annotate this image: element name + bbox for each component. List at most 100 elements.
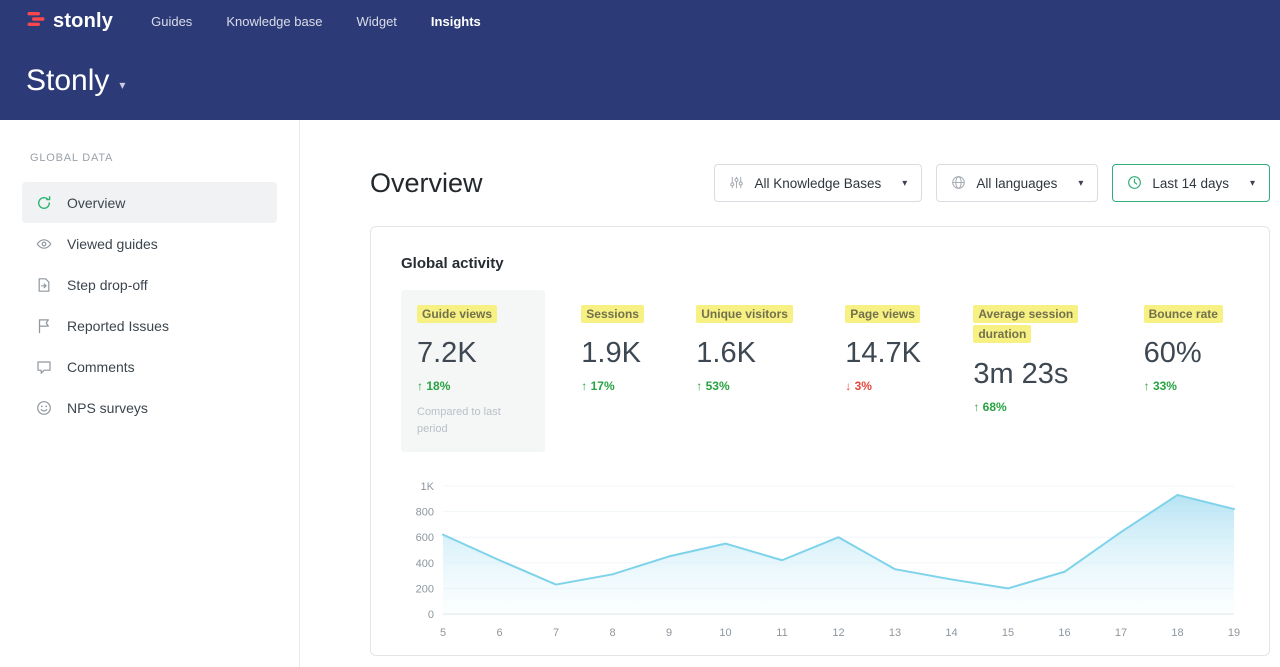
sliders-icon	[729, 175, 745, 191]
chevron-down-icon: ▾	[1250, 178, 1255, 189]
chevron-down-icon: ▾	[1078, 178, 1083, 189]
globe-icon	[951, 175, 967, 191]
metric-change: ↑ 18%	[417, 379, 529, 393]
metric-label: Guide views	[417, 305, 497, 323]
clock-icon	[1127, 175, 1143, 191]
sidebar-item-comments[interactable]: Comments	[22, 346, 277, 387]
sidebar-item-label: Step drop-off	[67, 277, 148, 293]
metrics-row: Guide views 7.2K ↑ 18% Compared to last …	[401, 290, 1239, 452]
metric-unique-visitors[interactable]: Unique visitors 1.6K ↑ 53%	[680, 290, 809, 407]
nav-item-guides[interactable]: Guides	[151, 14, 192, 29]
svg-text:800: 800	[416, 507, 434, 519]
metric-bounce-rate[interactable]: Bounce rate 60% ↑ 33%	[1128, 290, 1239, 407]
nav-item-knowledge-base[interactable]: Knowledge base	[226, 14, 322, 29]
metric-value: 3m 23s	[973, 358, 1091, 391]
svg-text:17: 17	[1115, 627, 1127, 639]
sidebar-item-label: Comments	[67, 359, 135, 375]
arrow-up-icon: ↑	[696, 379, 702, 393]
languages-dropdown[interactable]: All languages ▾	[936, 164, 1098, 202]
svg-text:400: 400	[416, 558, 434, 570]
metric-value: 14.7K	[845, 337, 921, 370]
sidebar-item-step-drop-off[interactable]: Step drop-off	[22, 264, 277, 305]
arrow-up-icon: ↑	[1144, 379, 1150, 393]
date-range-dropdown[interactable]: Last 14 days ▾	[1112, 164, 1270, 202]
global-activity-card: Global activity Guide views 7.2K ↑ 18% C…	[370, 226, 1270, 656]
metric-value: 7.2K	[417, 337, 529, 370]
metric-change: ↑ 68%	[973, 400, 1091, 414]
svg-text:16: 16	[1058, 627, 1070, 639]
metric-note: Compared to last period	[417, 404, 529, 438]
metric-value: 1.9K	[581, 337, 644, 370]
svg-text:8: 8	[609, 627, 615, 639]
svg-text:7: 7	[553, 627, 559, 639]
metric-change: ↑ 33%	[1144, 379, 1223, 393]
sidebar-section-label: GLOBAL DATA	[30, 152, 277, 164]
eye-icon	[35, 235, 52, 252]
metric-value: 1.6K	[696, 337, 793, 370]
metric-average-session-duration[interactable]: Average session duration 3m 23s ↑ 68%	[957, 290, 1107, 428]
card-title: Global activity	[401, 255, 1239, 272]
svg-text:1K: 1K	[421, 481, 435, 493]
metric-change: ↑ 17%	[581, 379, 644, 393]
workspace-selector[interactable]: Stonly ▾	[0, 42, 1280, 98]
comment-bubble-icon	[35, 358, 52, 375]
svg-text:200: 200	[416, 584, 434, 596]
languages-dropdown-label: All languages	[976, 176, 1057, 191]
chevron-down-icon: ▾	[119, 78, 125, 92]
sidebar-item-nps-surveys[interactable]: NPS surveys	[22, 387, 277, 428]
knowledge-bases-dropdown[interactable]: All Knowledge Bases ▾	[714, 164, 922, 202]
metric-label: Bounce rate	[1144, 305, 1223, 323]
main-content: Overview All Knowledge Bases ▾	[300, 120, 1280, 667]
sidebar-item-reported-issues[interactable]: Reported Issues	[22, 305, 277, 346]
metric-change: ↓ 3%	[845, 379, 921, 393]
svg-text:5: 5	[440, 627, 446, 639]
svg-text:12: 12	[832, 627, 844, 639]
sidebar-item-label: Reported Issues	[67, 318, 169, 334]
main-header: Overview All Knowledge Bases ▾	[370, 164, 1270, 202]
metric-sessions[interactable]: Sessions 1.9K ↑ 17%	[565, 290, 660, 407]
metric-guide-views[interactable]: Guide views 7.2K ↑ 18% Compared to last …	[401, 290, 545, 452]
metric-change: ↑ 53%	[696, 379, 793, 393]
metric-label: Page views	[845, 305, 920, 323]
document-arrow-icon	[35, 276, 52, 293]
nav-item-widget[interactable]: Widget	[356, 14, 396, 29]
sidebar: GLOBAL DATA Overview Viewed guides Step …	[0, 120, 300, 667]
flag-icon	[35, 317, 52, 334]
metric-label: Average session duration	[973, 305, 1078, 343]
metric-label: Sessions	[581, 305, 644, 323]
arrow-up-icon: ↑	[973, 400, 979, 414]
sidebar-item-viewed-guides[interactable]: Viewed guides	[22, 223, 277, 264]
metric-label: Unique visitors	[696, 305, 793, 323]
sidebar-item-label: Viewed guides	[67, 236, 158, 252]
svg-text:13: 13	[889, 627, 901, 639]
date-range-dropdown-label: Last 14 days	[1152, 176, 1229, 191]
chevron-down-icon: ▾	[902, 178, 907, 189]
svg-text:10: 10	[719, 627, 731, 639]
svg-text:18: 18	[1171, 627, 1183, 639]
metric-page-views[interactable]: Page views 14.7K ↓ 3%	[829, 290, 937, 407]
svg-text:0: 0	[428, 609, 434, 621]
arrow-up-icon: ↑	[581, 379, 587, 393]
sidebar-item-label: NPS surveys	[67, 400, 148, 416]
sidebar-item-overview[interactable]: Overview	[22, 182, 277, 223]
arrow-down-icon: ↓	[845, 379, 851, 393]
svg-text:600: 600	[416, 533, 434, 545]
nav-item-insights[interactable]: Insights	[431, 14, 481, 29]
sidebar-item-label: Overview	[67, 195, 125, 211]
svg-text:19: 19	[1228, 627, 1240, 639]
svg-text:11: 11	[776, 627, 787, 639]
arrow-up-icon: ↑	[417, 379, 423, 393]
knowledge-bases-dropdown-label: All Knowledge Bases	[754, 176, 881, 191]
logo-text: stonly	[53, 10, 113, 33]
stonly-logo[interactable]: stonly	[26, 9, 113, 34]
top-nav: stonly Guides Knowledge base Widget Insi…	[0, 0, 1280, 42]
svg-text:6: 6	[496, 627, 502, 639]
smiley-icon	[35, 399, 52, 416]
metric-value: 60%	[1144, 337, 1223, 370]
page-title: Overview	[370, 168, 483, 199]
filter-bar: All Knowledge Bases ▾ All languages ▾	[714, 164, 1270, 202]
svg-text:9: 9	[666, 627, 672, 639]
workspace-title: Stonly	[26, 64, 109, 98]
overview-refresh-icon	[35, 194, 52, 211]
stonly-logo-icon	[26, 9, 46, 34]
